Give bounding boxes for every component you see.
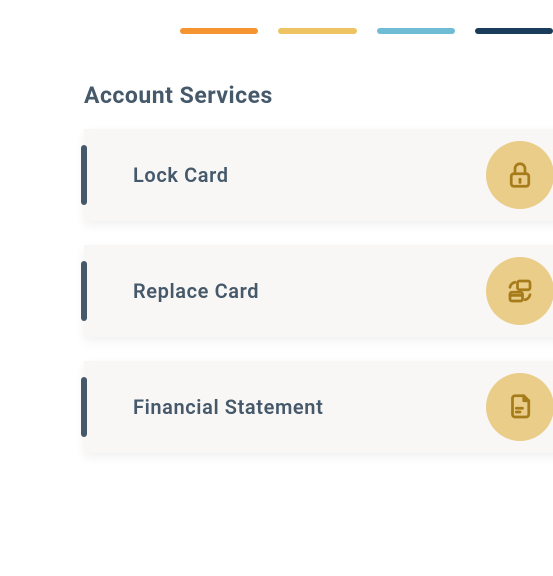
accent-bar [81, 145, 87, 205]
service-lock-card[interactable]: Lock Card [84, 129, 553, 221]
document-icon [486, 373, 553, 441]
lock-icon [486, 141, 553, 209]
section-title: Account Services [84, 82, 553, 109]
progress-segment-2 [278, 28, 356, 34]
service-label: Lock Card [133, 163, 486, 187]
accent-bar [81, 377, 87, 437]
service-replace-card[interactable]: Replace Card [84, 245, 553, 337]
replace-card-icon [486, 257, 553, 325]
accent-bar [81, 261, 87, 321]
service-label: Financial Statement [133, 395, 486, 419]
progress-segment-1 [180, 28, 258, 34]
progress-segment-3 [377, 28, 455, 34]
progress-indicator [180, 28, 553, 34]
service-financial-statement[interactable]: Financial Statement [84, 361, 553, 453]
service-label: Replace Card [133, 279, 486, 303]
services-list: Lock Card Replace Card Financial Statem [84, 129, 553, 453]
progress-segment-4 [475, 28, 553, 34]
